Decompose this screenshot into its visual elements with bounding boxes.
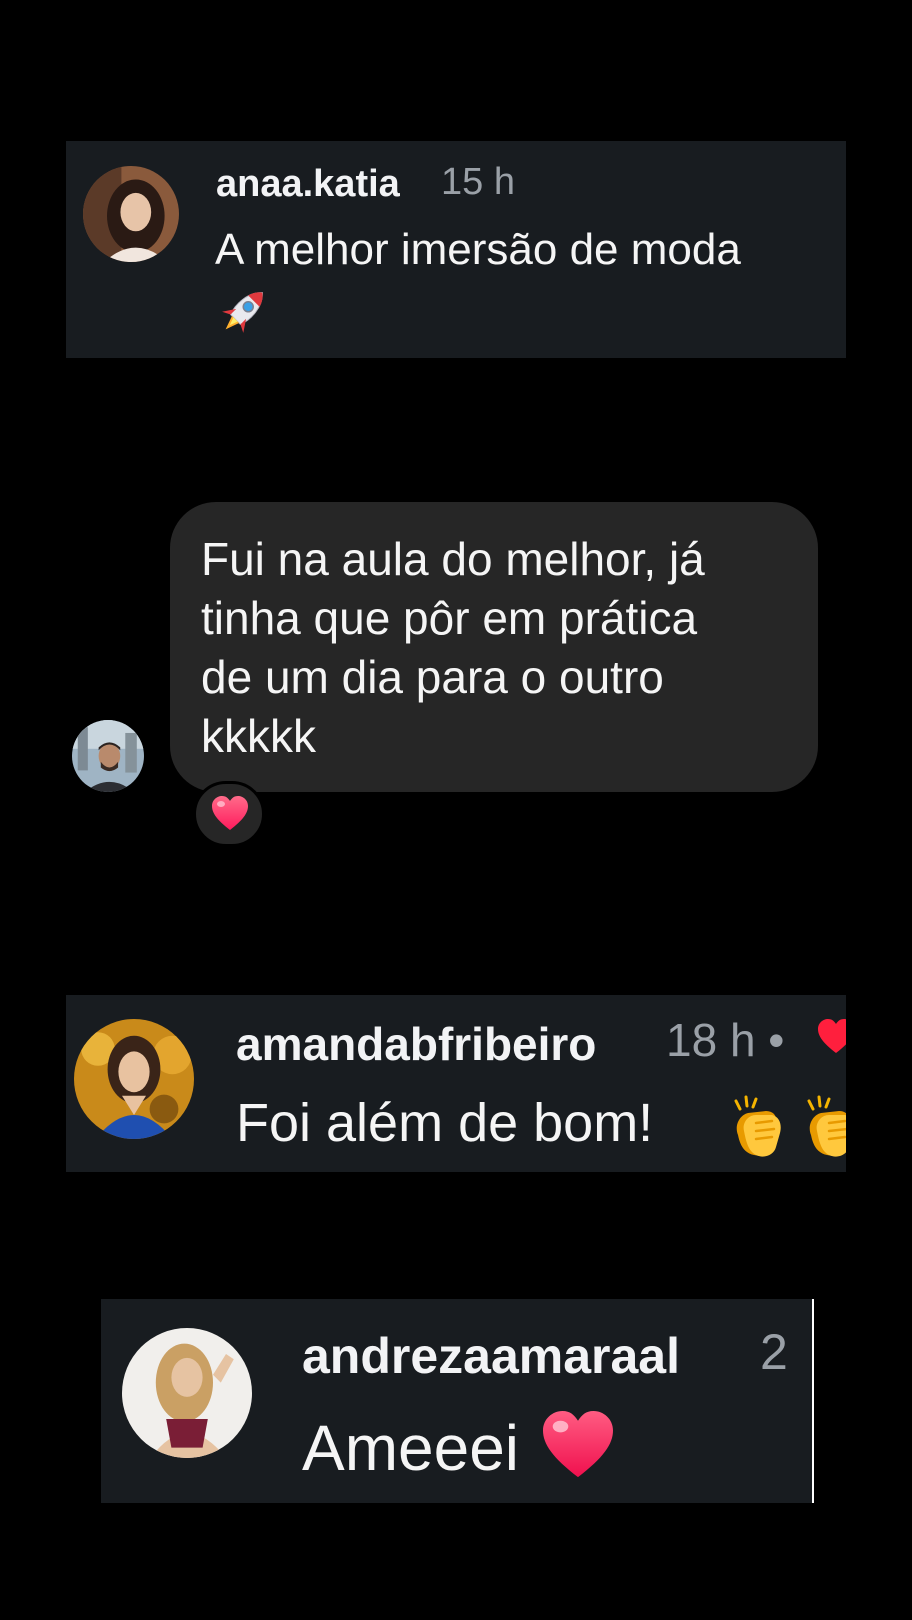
- comment-text: Foi além de bom!: [236, 1093, 654, 1153]
- comment-username[interactable]: anaa.katia: [216, 163, 400, 206]
- dm-message-line: tinha que pôr em prática: [201, 592, 698, 644]
- comment-card-amandabfribeiro: amandabfribeiro 18 h • Foi além de bom!: [66, 995, 846, 1172]
- comment-text: A melhor imersão de moda: [215, 225, 741, 274]
- comment-text: Ameeei: [302, 1412, 519, 1484]
- comment-card-anaa-katia: anaa.katia 15 h A melhor imersão de moda: [66, 141, 846, 358]
- liked-heart-icon[interactable]: [816, 1019, 846, 1060]
- comment-timestamp: 15 h: [441, 161, 515, 203]
- card-edge-divider: [812, 1299, 814, 1503]
- comment-username[interactable]: amandabfribeiro: [236, 1017, 596, 1071]
- clapping-hands-icon: [799, 1095, 846, 1164]
- comment-timestamp: 18 h •: [666, 1014, 785, 1066]
- dm-message-line: de um dia para o outro: [201, 651, 664, 703]
- avatar-amandabfribeiro[interactable]: [74, 1019, 194, 1139]
- dm-message-bubble[interactable]: Fui na aula do melhor, já tinha que pôr …: [170, 502, 818, 792]
- red-heart-icon: [539, 1411, 617, 1486]
- avatar-dm-sender[interactable]: [72, 720, 144, 792]
- comment-timestamp: 2: [760, 1324, 788, 1380]
- avatar-andrezaamaraal[interactable]: [122, 1328, 252, 1458]
- clapping-hands-icon: [726, 1095, 792, 1164]
- heart-icon: [212, 796, 248, 830]
- dm-message-line: kkkkk: [201, 710, 316, 762]
- dm-message-line: Fui na aula do melhor, já: [201, 533, 705, 585]
- comment-card-andrezaamaraal: andrezaamaraal 2 Ameeei: [101, 1299, 812, 1503]
- comment-username[interactable]: andrezaamaraal: [302, 1327, 680, 1385]
- dm-reaction-badge[interactable]: [193, 781, 265, 847]
- avatar-anaa-katia[interactable]: [83, 166, 179, 262]
- rocket-icon: [215, 283, 273, 339]
